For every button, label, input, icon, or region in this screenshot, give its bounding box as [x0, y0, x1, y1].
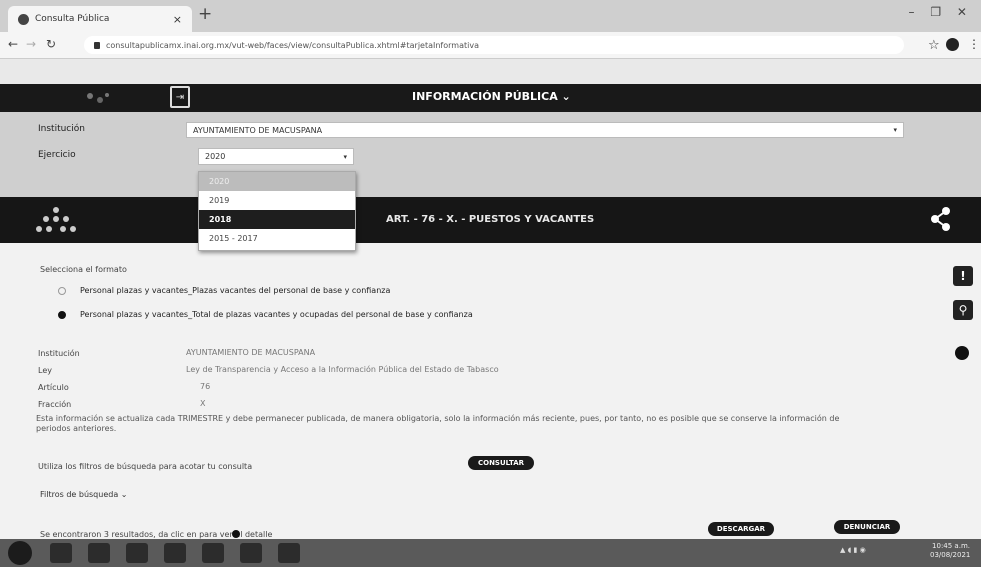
forward-arrow-icon[interactable]: → [26, 37, 36, 51]
update-notice: Esta información se actualiza cada TRIME… [36, 414, 840, 433]
format-prompt: Selecciona el formato [40, 265, 127, 274]
clock-time: 10:45 a.m. [932, 542, 970, 550]
ejercicio-option[interactable]: 2015 - 2017 [199, 229, 355, 248]
app-icon[interactable] [240, 543, 262, 563]
alert-icon[interactable]: ! [953, 266, 973, 286]
account-avatar-icon[interactable] [946, 38, 959, 51]
org-structure-icon [36, 207, 76, 232]
ejercicio-option[interactable]: 2019 [199, 191, 355, 210]
filter-hint: Utiliza los filtros de búsqueda para aco… [38, 462, 253, 471]
ie-icon[interactable] [50, 543, 72, 563]
system-tray-icons[interactable]: ▲ ◖ ▮ ◉ [840, 546, 866, 554]
word-icon[interactable] [278, 543, 300, 563]
ejercicio-option[interactable]: 2020 [199, 172, 355, 191]
detail-value: X [200, 399, 206, 408]
descargar-button[interactable]: DESCARGAR [708, 522, 774, 536]
tab-title: Consulta Pública [35, 14, 110, 24]
detail-label: Artículo [38, 383, 69, 392]
chrome-icon[interactable] [164, 543, 186, 563]
detail-label: Ley [38, 366, 52, 375]
chevron-down-icon: ▾ [343, 152, 347, 161]
detail-label: Fracción [38, 400, 72, 409]
detail-value: Ley de Transparencia y Acceso a la Infor… [186, 365, 499, 374]
lock-icon [94, 41, 100, 49]
app-icon[interactable] [202, 543, 224, 563]
new-tab-button[interactable]: + [198, 4, 212, 24]
search-filters-toggle[interactable]: Filtros de búsqueda ⌄ [40, 490, 127, 499]
bookmark-star-icon[interactable]: ☆ [928, 38, 940, 53]
detail-value: 76 [200, 382, 211, 391]
url-field[interactable]: consultapublicamx.inai.org.mx/vut-web/fa… [84, 36, 904, 54]
site-favicon-icon [18, 13, 29, 25]
detail-value: AYUNTAMIENTO DE MACUSPANA [186, 348, 316, 357]
media-player-icon[interactable] [126, 543, 148, 563]
format-radio-1[interactable] [58, 287, 66, 295]
ejercicio-dropdown-list: 2020 2019 2018 2015 - 2017 [198, 171, 356, 251]
chevron-down-icon: ▾ [893, 126, 897, 134]
detail-label: Institución [38, 349, 80, 358]
clock-date: 03/08/2021 [930, 551, 971, 559]
tab-close-icon[interactable]: × [173, 13, 182, 26]
ejercicio-label: Ejercicio [38, 150, 76, 160]
consultar-button[interactable]: CONSULTAR [468, 456, 534, 470]
url-text: consultapublicamx.inai.org.mx/vut-web/fa… [106, 40, 479, 50]
info-dot-icon [232, 530, 240, 538]
folder-icon[interactable] [88, 543, 110, 563]
ejercicio-select[interactable]: 2020 ▾ [198, 148, 354, 165]
share-icon[interactable] [926, 204, 956, 234]
start-button-icon[interactable] [8, 541, 32, 565]
format-option-1[interactable]: Personal plazas y vacantes_Plazas vacant… [80, 286, 390, 295]
ejercicio-value: 2020 [205, 152, 226, 161]
article-title: ART. - 76 - X. - PUESTOS Y VACANTES [386, 214, 595, 225]
institucion-label: Institución [38, 124, 85, 134]
page-menu-title[interactable]: INFORMACIÓN PÚBLICA ⌄ [412, 90, 571, 103]
format-option-2[interactable]: Personal plazas y vacantes_Total de plaz… [80, 310, 473, 319]
format-radio-2[interactable] [58, 311, 66, 319]
institucion-value: AYUNTAMIENTO DE MACUSPANA [193, 125, 323, 135]
taskbar-clock[interactable]: 10:45 a.m. 03/08/2021 [930, 542, 970, 560]
institucion-select[interactable]: AYUNTAMIENTO DE MACUSPANA ▾ [186, 122, 904, 138]
help-circle-icon[interactable] [955, 346, 969, 360]
reload-icon[interactable]: ↻ [46, 37, 56, 51]
back-arrow-icon[interactable]: ← [8, 37, 18, 51]
browser-menu-icon[interactable]: ⋮ [968, 37, 980, 51]
magnifier-icon[interactable]: ⚲ [953, 300, 973, 320]
ejercicio-option[interactable]: 2018 [199, 210, 355, 229]
denunciar-button[interactable]: DENUNCIAR [834, 520, 900, 534]
browser-tab[interactable]: Consulta Pública × [8, 6, 192, 32]
site-logo-icon [80, 88, 116, 108]
window-controls[interactable]: – ❐ ✕ [909, 5, 973, 19]
login-icon[interactable]: ⇥ [170, 86, 190, 108]
